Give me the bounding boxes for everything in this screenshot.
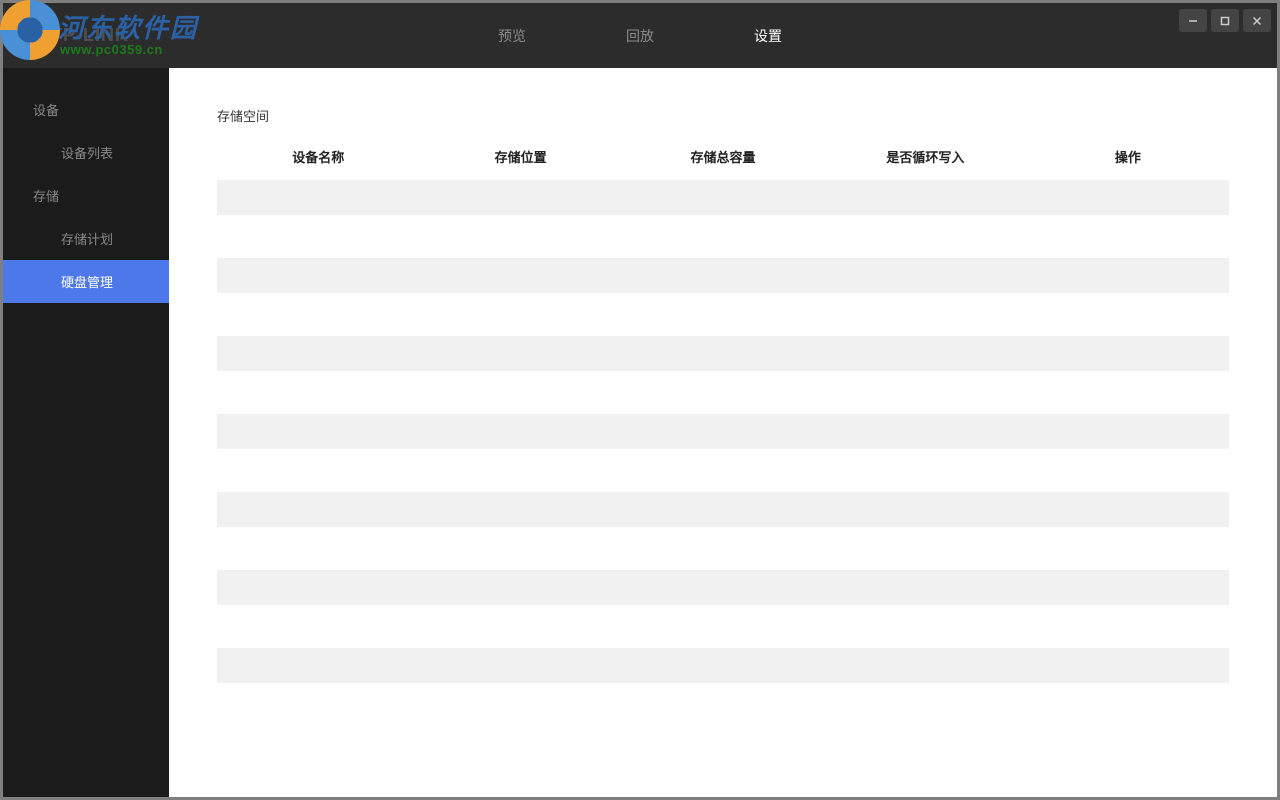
watermark-url: www.pc0359.cn (60, 42, 163, 57)
body: 设备 设备列表 存储 存储计划 硬盘管理 存储空间 设备名称 存储位置 存储总容… (3, 68, 1277, 797)
table-cell (419, 336, 621, 371)
table-cell (419, 648, 621, 683)
table-cell (217, 336, 419, 371)
title-bar: TP-LINK 河东软件园 www.pc0359.cn 预览 回放 设置 (3, 3, 1277, 68)
table-row[interactable] (217, 258, 1229, 293)
main-content: 存储空间 设备名称 存储位置 存储总容量 是否循环写入 操作 (169, 68, 1277, 797)
table-cell (622, 336, 824, 371)
table-cell (622, 180, 824, 215)
table-cell (824, 258, 1026, 293)
watermark-logo: 河东软件园 www.pc0359.cn (0, 0, 200, 68)
table-cell (419, 258, 621, 293)
table-cell (622, 492, 824, 527)
table-cell (217, 414, 419, 449)
table-cell (1027, 492, 1229, 527)
tab-playback[interactable]: 回放 (626, 26, 654, 46)
table-row[interactable] (217, 180, 1229, 215)
table-cell (1027, 336, 1229, 371)
minimize-icon (1188, 16, 1198, 26)
sidebar: 设备 设备列表 存储 存储计划 硬盘管理 (3, 68, 169, 797)
table-cell (1027, 414, 1229, 449)
table-row[interactable] (217, 648, 1229, 683)
table-row[interactable] (217, 336, 1229, 371)
watermark-circle-icon (0, 0, 60, 60)
sidebar-group-storage[interactable]: 存储 (3, 174, 169, 217)
close-button[interactable] (1243, 9, 1271, 32)
sidebar-item-disk-manage[interactable]: 硬盘管理 (3, 260, 169, 303)
close-icon (1252, 16, 1262, 26)
table-cell (1027, 258, 1229, 293)
table-cell (824, 414, 1026, 449)
table-cell (824, 492, 1026, 527)
table-cell (419, 570, 621, 605)
table-header: 设备名称 存储位置 存储总容量 是否循环写入 操作 (217, 147, 1229, 180)
table-cell (824, 648, 1026, 683)
table-cell (824, 570, 1026, 605)
table-row[interactable] (217, 570, 1229, 605)
table-cell (217, 570, 419, 605)
logo-area: TP-LINK 河东软件园 www.pc0359.cn (3, 3, 203, 68)
sidebar-item-device-list[interactable]: 设备列表 (3, 131, 169, 174)
table-body (217, 180, 1229, 683)
col-device-name: 设备名称 (217, 147, 419, 166)
table-cell (217, 648, 419, 683)
table-cell (217, 258, 419, 293)
maximize-icon (1220, 16, 1230, 26)
table-cell (622, 258, 824, 293)
table-cell (824, 180, 1026, 215)
table-cell (622, 414, 824, 449)
table-cell (419, 180, 621, 215)
header-tabs: 预览 回放 设置 (498, 3, 782, 68)
section-title: 存储空间 (217, 106, 1229, 125)
table-cell (419, 414, 621, 449)
table-cell (419, 492, 621, 527)
sidebar-item-storage-plan[interactable]: 存储计划 (3, 217, 169, 260)
table-cell (217, 492, 419, 527)
table-cell (622, 648, 824, 683)
tab-settings[interactable]: 设置 (754, 26, 782, 46)
minimize-button[interactable] (1179, 9, 1207, 32)
col-action: 操作 (1027, 147, 1229, 166)
watermark-text: 河东软件园 (58, 8, 198, 45)
table-cell (622, 570, 824, 605)
col-loop-write: 是否循环写入 (824, 147, 1026, 166)
table-cell (1027, 180, 1229, 215)
table-cell (824, 336, 1026, 371)
tab-preview[interactable]: 预览 (498, 26, 526, 46)
maximize-button[interactable] (1211, 9, 1239, 32)
sidebar-group-device[interactable]: 设备 (3, 88, 169, 131)
table-row[interactable] (217, 414, 1229, 449)
table-cell (1027, 570, 1229, 605)
table-cell (217, 180, 419, 215)
table-cell (1027, 648, 1229, 683)
table-row[interactable] (217, 492, 1229, 527)
col-location: 存储位置 (419, 147, 621, 166)
col-capacity: 存储总容量 (622, 147, 824, 166)
app-window: TP-LINK 河东软件园 www.pc0359.cn 预览 回放 设置 (3, 3, 1277, 797)
window-controls (1179, 9, 1271, 32)
